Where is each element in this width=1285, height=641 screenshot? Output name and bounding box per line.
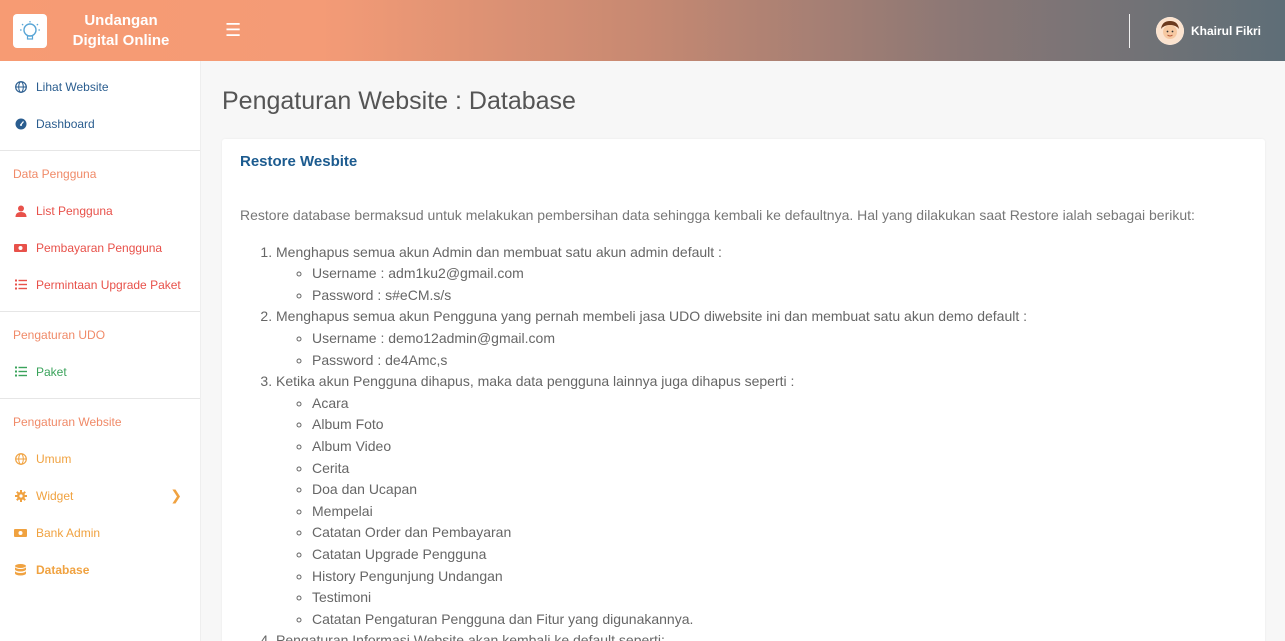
list-item: Password : s#eCM.s/s: [312, 285, 1247, 307]
money-icon: [14, 526, 27, 539]
sidebar-item-permintaan-upgrade-paket[interactable]: Permintaan Upgrade Paket: [0, 266, 200, 303]
section-pengaturan-website: Pengaturan Website: [13, 414, 122, 429]
sidebar-item-label: Pembayaran Pengguna: [36, 240, 163, 255]
sidebar-item-label: Dashboard: [36, 116, 95, 131]
list-item: Album Foto: [312, 414, 1247, 436]
restore-card: Restore Wesbite Restore database bermaks…: [222, 139, 1265, 641]
list-icon: [14, 365, 27, 378]
sidebar: Lihat Website Dashboard Data Pengguna Li…: [0, 61, 201, 641]
sub-list: Username : adm1ku2@gmail.com Password : …: [276, 263, 1247, 306]
sidebar-item-label: Bank Admin: [36, 525, 101, 540]
list-item: Catatan Upgrade Pengguna: [312, 544, 1247, 566]
top-navbar: Undangan Digital Online ☰ Khairul Fikri: [0, 0, 1285, 61]
sub-list: Acara Album Foto Album Video Cerita Doa …: [276, 393, 1247, 631]
list-item: Acara: [312, 393, 1247, 415]
divider: [1128, 13, 1130, 48]
list-item: Password : de4Amc,s: [312, 350, 1247, 372]
sidebar-item-database[interactable]: Database: [0, 551, 200, 588]
sidebar-item-bank-admin[interactable]: Bank Admin: [0, 514, 200, 551]
card-body: Restore database bermaksud untuk melakuk…: [240, 205, 1247, 641]
step-text: Ketika akun Pengguna dihapus, maka data …: [276, 373, 795, 390]
dashboard-icon: [14, 117, 27, 130]
sidebar-item-lihat-website[interactable]: Lihat Website: [0, 68, 200, 105]
sidebar-item-list-pengguna[interactable]: List Pengguna: [0, 192, 200, 229]
list-item: Cerita: [312, 458, 1247, 480]
brand-name: Undangan Digital Online: [61, 11, 181, 51]
list-item: Username : adm1ku2@gmail.com: [312, 263, 1247, 285]
brand[interactable]: Undangan Digital Online: [0, 0, 201, 61]
main-content: Pengaturan Website : Database Restore We…: [201, 61, 1285, 641]
sidebar-item-label: Lihat Website: [36, 79, 109, 94]
chevron-right-icon[interactable]: ❯: [170, 487, 182, 504]
list-item: Album Video: [312, 436, 1247, 458]
list-item: Pengaturan Informasi Website akan kembal…: [276, 630, 1247, 641]
section-data-pengguna: Data Pengguna: [13, 166, 97, 181]
list-item: Menghapus semua akun Admin dan membuat s…: [276, 242, 1247, 307]
sidebar-item-label: Paket: [36, 364, 67, 379]
sidebar-item-pembayaran-pengguna[interactable]: Pembayaran Pengguna: [0, 229, 200, 266]
sidebar-item-label: Umum: [36, 451, 72, 466]
globe-icon: [14, 80, 27, 93]
list-item: Mempelai: [312, 501, 1247, 523]
section-pengaturan-udo: Pengaturan UDO: [13, 327, 106, 342]
step-text: Pengaturan Informasi Website akan kembal…: [276, 632, 665, 641]
sidebar-item-widget[interactable]: Widget ❯: [0, 477, 200, 514]
sidebar-item-label: List Pengguna: [36, 203, 113, 218]
brand-line-2: Digital Online: [72, 31, 170, 49]
brand-line-1: Undangan: [84, 11, 158, 29]
step-text: Menghapus semua akun Admin dan membuat s…: [276, 243, 722, 260]
list-item: Catatan Pengaturan Pengguna dan Fitur ya…: [312, 609, 1247, 631]
card-title: Restore Wesbite: [240, 153, 358, 170]
sidebar-item-paket[interactable]: Paket: [0, 353, 200, 390]
steps-list: Menghapus semua akun Admin dan membuat s…: [240, 242, 1247, 641]
list-item: History Pengunjung Undangan: [312, 566, 1247, 588]
sub-list: Username : demo12admin@gmail.com Passwor…: [276, 328, 1247, 371]
sidebar-item-label: Permintaan Upgrade Paket: [36, 277, 181, 292]
globe-icon: [14, 452, 27, 465]
avatar[interactable]: [1155, 16, 1184, 45]
list-item: Doa dan Ucapan: [312, 479, 1247, 501]
list-icon: [14, 278, 27, 291]
intro-text: Restore database bermaksud untuk melakuk…: [240, 207, 1195, 223]
lightbulb-logo-icon: [13, 13, 47, 48]
list-item: Ketika akun Pengguna dihapus, maka data …: [276, 371, 1247, 630]
menu-toggle-icon[interactable]: ☰: [225, 20, 241, 41]
sidebar-item-dashboard[interactable]: Dashboard: [0, 105, 200, 142]
database-icon: [14, 563, 27, 576]
money-icon: [14, 241, 27, 254]
page-title: Pengaturan Website : Database: [222, 87, 576, 115]
sidebar-item-umum[interactable]: Umum: [0, 440, 200, 477]
list-item: Catatan Order dan Pembayaran: [312, 522, 1247, 544]
user-name[interactable]: Khairul Fikri: [1191, 24, 1261, 38]
list-item: Username : demo12admin@gmail.com: [312, 328, 1247, 350]
list-item: Menghapus semua akun Pengguna yang perna…: [276, 306, 1247, 371]
user-icon: [14, 204, 27, 217]
list-item: Testimoni: [312, 587, 1247, 609]
sidebar-item-label: Widget: [36, 488, 74, 503]
gear-icon: [14, 489, 27, 502]
user-area: Khairul Fikri: [1128, 0, 1285, 61]
step-text: Menghapus semua akun Pengguna yang perna…: [276, 308, 1028, 325]
sidebar-item-label: Database: [36, 562, 90, 577]
